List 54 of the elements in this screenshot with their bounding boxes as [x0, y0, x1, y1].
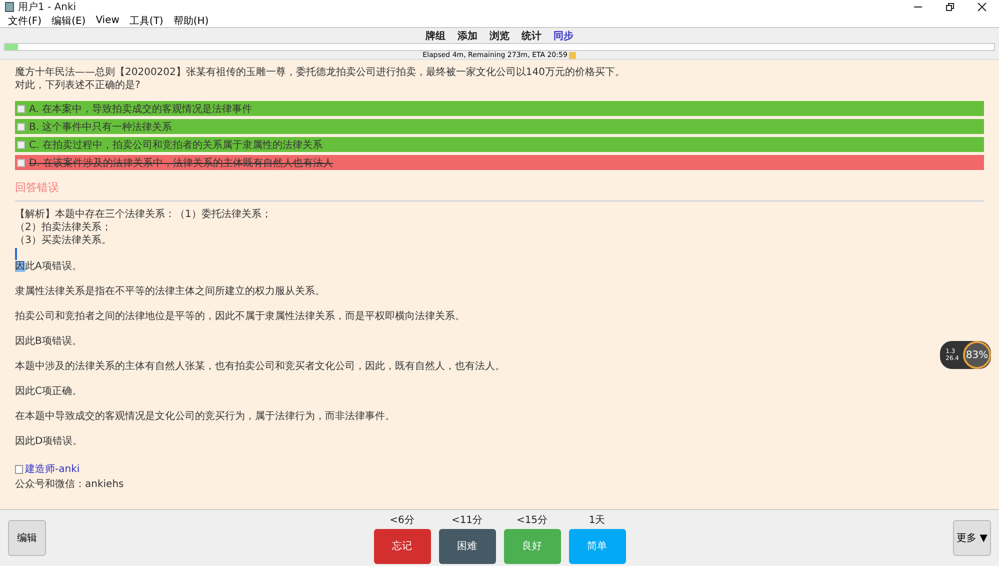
paragraph-text: 因此D项错误。 [15, 436, 83, 447]
question-text: 对此，下列表述不正确的是? [15, 79, 142, 92]
close-icon[interactable] [977, 2, 987, 12]
paragraph-text: 此A项错误。 [25, 261, 82, 272]
paragraph-text: 因此B项错误。 [15, 336, 82, 347]
edit-button[interactable]: 编辑 [8, 520, 46, 556]
checkbox[interactable] [17, 122, 25, 130]
restore-icon[interactable] [945, 2, 955, 12]
menu-item[interactable]: 工具(T) [129, 14, 164, 28]
cpu-gauge: 83% [963, 341, 991, 369]
paragraph-text: 在本题中导致成交的客观情况是文化公司的竞买行为，属于法律行为，而非法律事件。 [15, 411, 395, 422]
toolbar-link[interactable]: 浏览 [490, 28, 510, 42]
selected-text: 因 [15, 261, 25, 272]
interval-label: 1天 [588, 514, 606, 526]
paragraph-text: 本题中涉及的法律关系的主体有自然人张某，也有拍卖公司和竞买者文化公司，因此，既有自然人，也有法人。 [15, 361, 505, 372]
menu-item[interactable]: 编辑(E) [52, 14, 86, 28]
answer-button[interactable]: 忘记 [374, 528, 430, 564]
toolbar-link[interactable]: 牌组 [426, 28, 446, 42]
paragraph-text: 隶属性法律关系是指在不平等的法律主体之间所建立的权力服从关系。 [15, 286, 325, 297]
question-text: 魔方十年民法——总则【20200202】张某有祖传的玉雕一尊，委托德龙拍卖公司进行拍卖，最终被一家文化公司以140万元的价格买下。 [15, 66, 626, 79]
toolbar-link[interactable]: 添加 [458, 28, 478, 42]
menu-item[interactable]: View [96, 15, 120, 26]
menu-item[interactable]: 帮助(H) [173, 14, 209, 28]
option-text: C. 在拍卖过程中，拍卖公司和竞拍者的关系属于隶属性的法律关系 [29, 138, 322, 152]
text-cursor [15, 248, 17, 260]
option-text: A. 在本案中，导致拍卖成交的客观情况是法律事件 [29, 102, 252, 116]
answer-option[interactable]: A. 在本案中，导致拍卖成交的客观情况是法律事件 [15, 101, 984, 116]
toolbar-link[interactable]: 同步 [554, 28, 574, 42]
answer-option[interactable]: B. 这个事件中只有一种法律关系 [15, 119, 984, 134]
analysis-text: （3）买卖法律关系。 [15, 234, 112, 247]
analysis-text: （2）拍卖法律关系； [15, 221, 112, 234]
image-link[interactable]: 建造师-anki [25, 462, 80, 476]
analysis-text: 【解析】本题中存在三个法律关系：（1）委托法律关系； [15, 208, 272, 221]
checkbox[interactable] [17, 104, 25, 112]
answer-option[interactable]: D. 在该案件涉及的法律关系中，法律关系的主体既有自然人也有法人 [15, 155, 984, 170]
broken-image-icon [15, 464, 23, 474]
option-text: B. 这个事件中只有一种法律关系 [29, 120, 172, 134]
option-text: D. 在该案件涉及的法律关系中，法律关系的主体既有自然人也有法人 [29, 156, 334, 170]
answer-option[interactable]: C. 在拍卖过程中，拍卖公司和竞拍者的关系属于隶属性的法律关系 [15, 137, 984, 152]
answer-button[interactable]: 困难 [438, 528, 496, 564]
interval-label: <15分 [516, 514, 548, 526]
toolbar-link[interactable]: 统计 [522, 28, 542, 42]
paragraph-text: 拍卖公司和竞拍者之间的法律地位是平等的，因此不属于隶属性法律关系，而是平权即横向法律关系。 [15, 311, 465, 322]
interval-label: <11分 [451, 514, 483, 526]
app-icon [5, 2, 14, 12]
result-text: 回答错误 [15, 180, 60, 195]
menu-item[interactable]: 文件(F) [8, 14, 42, 28]
window-title: 用户1 - Anki [18, 0, 76, 14]
interval-label: <6分 [390, 514, 414, 526]
footer-text: 公众号和微信：ankiehs [15, 478, 125, 491]
checkbox[interactable] [17, 158, 25, 166]
more-button[interactable]: 更多 ▼ [953, 520, 991, 556]
paragraph-text: 因此C项正确。 [15, 386, 82, 397]
checkbox[interactable] [17, 140, 25, 148]
